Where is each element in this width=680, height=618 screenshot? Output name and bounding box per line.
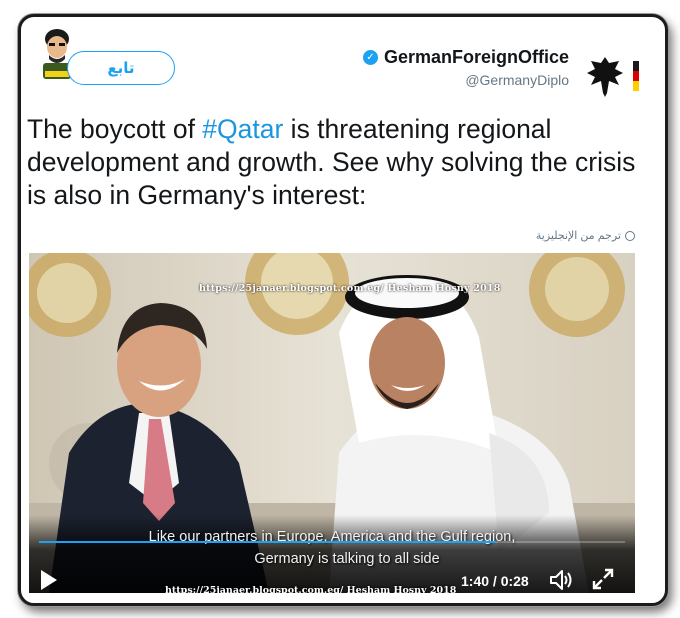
german-eagle-logo-icon xyxy=(587,57,623,97)
tweet-text-part1: The boycott of xyxy=(27,114,203,144)
subtitle-line-2: Germany is talking to all side xyxy=(254,551,440,567)
account-info[interactable]: ✓ GermanForeignOffice @GermanyDiplo xyxy=(362,47,569,88)
hashtag-link[interactable]: #Qatar xyxy=(202,114,283,144)
volume-icon[interactable] xyxy=(549,569,573,591)
translate-tweet-link[interactable]: ترجم من الإنجليزية xyxy=(536,229,635,242)
account-handle[interactable]: @GermanyDiplo xyxy=(363,72,569,88)
tweet-card: تابع ✓ GermanForeignOffice @GermanyDiplo… xyxy=(18,14,668,606)
video-progress-fill xyxy=(39,541,497,543)
video-time: 1:40 / 0:28 xyxy=(461,573,529,589)
video-progress-bar[interactable] xyxy=(39,541,625,543)
fullscreen-icon[interactable] xyxy=(591,567,615,591)
video-player[interactable]: https://25janaer.blogspot.com.eg/ Hesham… xyxy=(29,253,635,593)
display-name[interactable]: GermanForeignOffice xyxy=(384,47,569,68)
follow-button-label: تابع xyxy=(107,60,135,77)
play-icon[interactable] xyxy=(41,570,57,590)
watermark-bottom: https://25janaer.blogspot.com.eg/ Hesham… xyxy=(165,585,457,593)
translate-label: ترجم من الإنجليزية xyxy=(535,230,621,242)
german-flag-icon xyxy=(633,61,639,91)
verified-badge-icon: ✓ xyxy=(362,50,378,65)
watermark-top: https://25janaer.blogspot.com.eg/ Hesham… xyxy=(199,283,501,294)
tweet-text: The boycott of #Qatar is threatening reg… xyxy=(27,113,657,212)
follow-button[interactable]: تابع xyxy=(67,51,175,85)
globe-icon xyxy=(625,230,635,241)
